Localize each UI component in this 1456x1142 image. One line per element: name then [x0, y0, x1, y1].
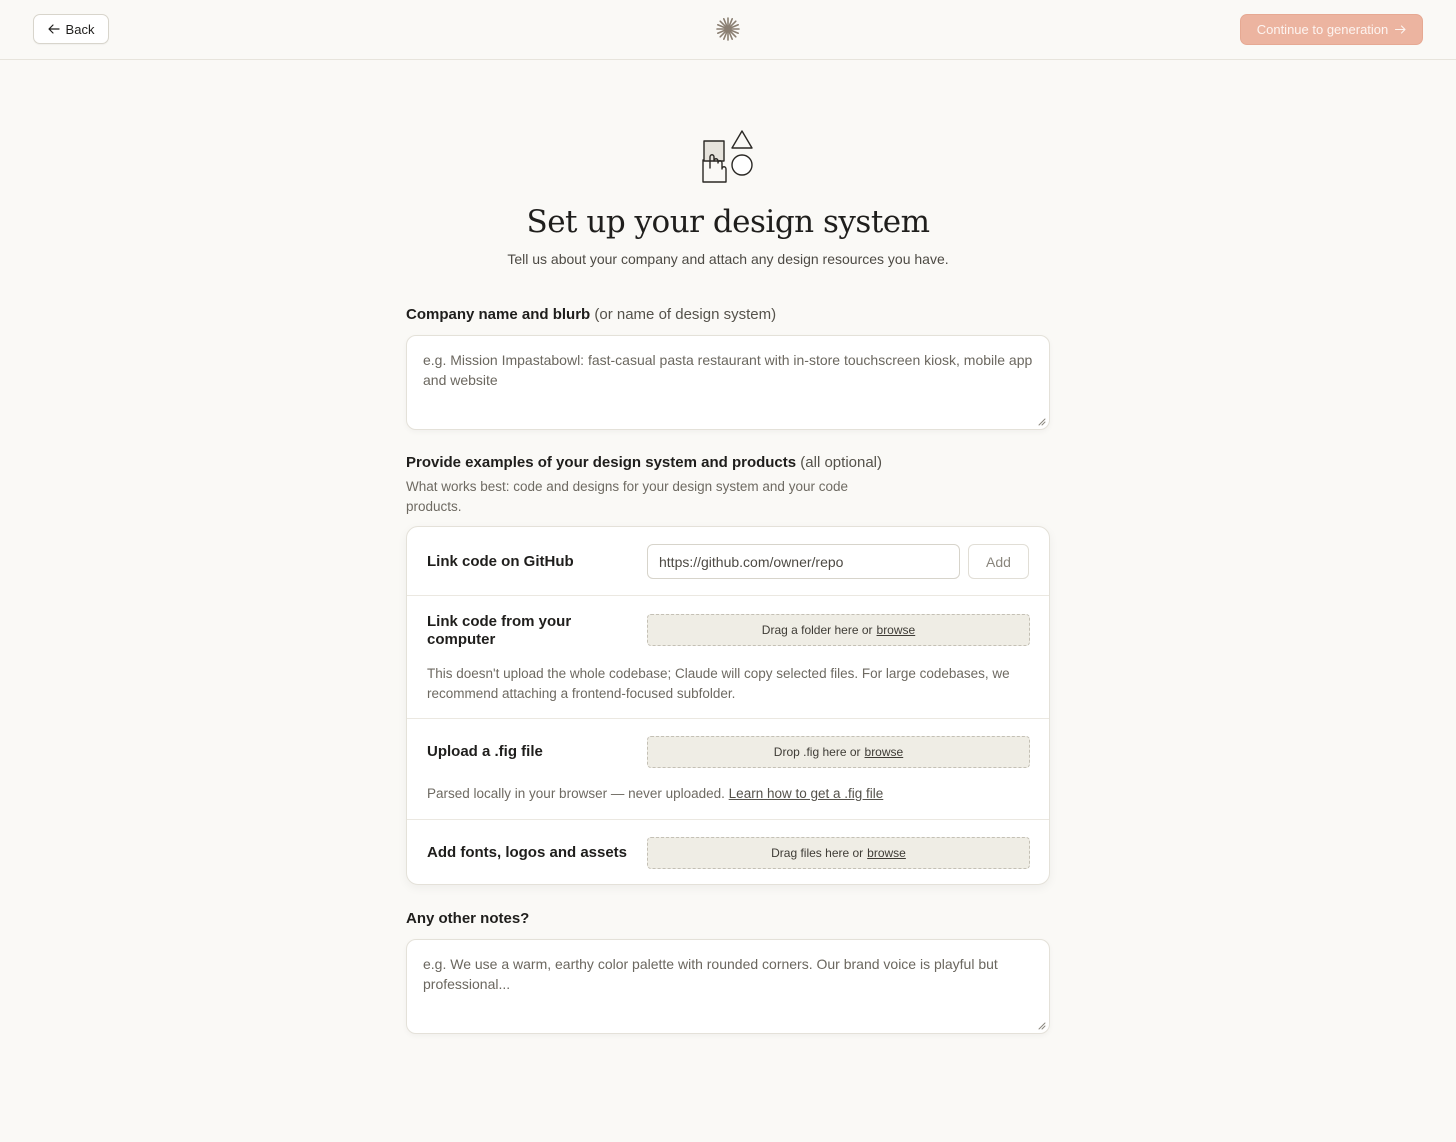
- fig-note: Parsed locally in your browser — never u…: [427, 784, 1033, 804]
- browse-fig-link[interactable]: browse: [865, 745, 904, 759]
- browse-assets-link[interactable]: browse: [867, 846, 906, 860]
- divider: [407, 595, 1049, 596]
- github-row-title: Link code on GitHub: [427, 553, 574, 570]
- examples-label-text: Provide examples of your design system a…: [406, 454, 797, 471]
- back-button-label: Back: [65, 21, 95, 37]
- browse-folder-link[interactable]: browse: [877, 623, 916, 637]
- divider: [407, 718, 1049, 719]
- arrow-right-icon: [1395, 25, 1406, 34]
- notes-label: Any other notes?: [406, 910, 529, 927]
- examples-label: Provide examples of your design system a…: [406, 454, 882, 471]
- fig-dropzone[interactable]: Drop .fig here or browse: [647, 736, 1030, 768]
- design-shapes-icon: [702, 130, 753, 183]
- computer-row-title: Link code from your computer: [427, 613, 572, 648]
- company-placeholder: e.g. Mission Impastabowl: fast-casual pa…: [423, 352, 1033, 388]
- fig-drop-text: Drop .fig here or: [773, 745, 861, 759]
- fig-row-title: Upload a .fig file: [427, 743, 543, 760]
- company-textarea[interactable]: e.g. Mission Impastabowl: fast-casual pa…: [406, 335, 1050, 430]
- company-label-muted: (or name of design system): [594, 306, 777, 323]
- page-title: Set up your design system: [526, 204, 930, 240]
- fig-note-text: Parsed locally in your browser — never u…: [427, 786, 725, 801]
- top-bar: Back Continue to generation: [0, 0, 1456, 60]
- continue-button-label: Continue to generation: [1256, 22, 1389, 37]
- arrow-left-icon: [47, 24, 60, 34]
- notes-textarea[interactable]: e.g. We use a warm, earthy color palette…: [406, 939, 1050, 1034]
- notes-label-text: Any other notes?: [406, 910, 530, 927]
- folder-drop-text: Drag a folder here or: [761, 623, 873, 637]
- folder-dropzone[interactable]: Drag a folder here or browse: [647, 614, 1030, 646]
- page-subtitle: Tell us about your company and attach an…: [507, 251, 949, 267]
- resources-card: Link code on GitHub https://github.com/o…: [406, 526, 1050, 885]
- notes-placeholder: e.g. We use a warm, earthy color palette…: [423, 956, 998, 992]
- company-label-text: Company name and blurb: [406, 306, 591, 323]
- computer-note: This doesn't upload the whole codebase; …: [427, 666, 1010, 701]
- learn-fig-link[interactable]: Learn how to get a .fig file: [729, 786, 884, 801]
- divider: [407, 819, 1049, 820]
- continue-to-generation-button[interactable]: Continue to generation: [1240, 14, 1423, 45]
- assets-dropzone[interactable]: Drag files here or browse: [647, 837, 1030, 869]
- github-url-placeholder: https://github.com/owner/repo: [659, 553, 844, 570]
- github-url-input[interactable]: https://github.com/owner/repo: [647, 544, 960, 579]
- asterisk-logo-icon: [716, 17, 740, 41]
- resize-handle-icon[interactable]: [1037, 417, 1046, 426]
- examples-label-muted: (all optional): [800, 454, 883, 471]
- assets-row-title: Add fonts, logos and assets: [427, 844, 628, 861]
- examples-helper: What works best: code and designs for yo…: [406, 479, 848, 514]
- assets-drop-text: Drag files here or: [771, 846, 864, 860]
- add-github-button[interactable]: Add: [968, 544, 1029, 579]
- back-button[interactable]: Back: [33, 14, 109, 44]
- company-label: Company name and blurb (or name of desig…: [406, 306, 776, 323]
- resize-handle-icon[interactable]: [1037, 1021, 1046, 1030]
